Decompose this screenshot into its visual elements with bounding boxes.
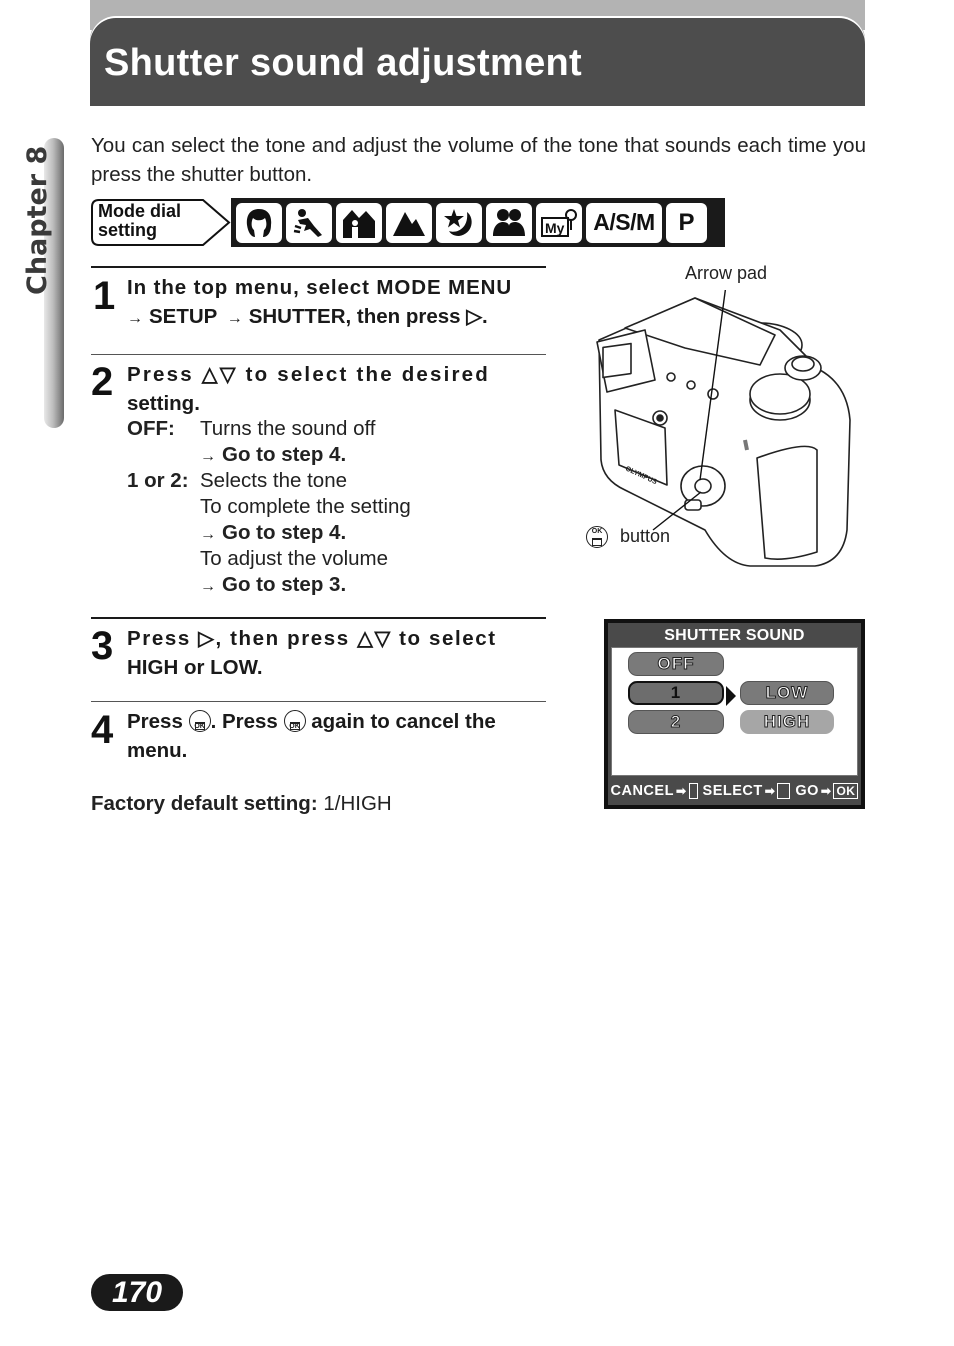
- mode-dial-label: Mode dial setting: [91, 199, 231, 246]
- option-complete-desc: To complete the setting: [200, 495, 411, 518]
- tone-option-1[interactable]: 1: [628, 681, 724, 705]
- option-complete-goto: Go to step 4.: [222, 521, 347, 544]
- option-off-key: OFF:: [127, 417, 175, 440]
- mode-dial-label-line1: Mode dial: [98, 201, 182, 221]
- sports-icon: [286, 202, 332, 243]
- step-number: 4: [91, 708, 114, 752]
- ok-button-icon: [188, 710, 211, 741]
- ok-button-icon: [283, 710, 306, 741]
- selection-caret-icon: [726, 686, 736, 706]
- step-number: 2: [91, 360, 114, 404]
- footer-select: SELECT: [702, 783, 763, 799]
- step-2-text: Press △▽ to select the desired setting.: [127, 360, 546, 418]
- volume-option-high[interactable]: HIGH: [740, 710, 834, 734]
- step-3-line1: Press ▷, then press △▽ to select: [127, 627, 497, 650]
- step-2-line1: Press △▽ to select the desired: [127, 363, 491, 386]
- page-number: 170: [91, 1274, 183, 1311]
- intro-paragraph: You can select the tone and adjust the v…: [91, 134, 866, 186]
- option-tone-desc: Selects the tone: [200, 469, 348, 492]
- ok-key: OK: [833, 783, 859, 799]
- program-mode-icon: P: [666, 202, 707, 243]
- step-divider: [91, 617, 546, 619]
- factory-default-label: Factory default setting:: [91, 792, 318, 815]
- my-mode-icon: My: [536, 202, 582, 243]
- menu-shutter: SHUTTER: [248, 305, 346, 328]
- page-title: Shutter sound adjustment: [104, 42, 582, 84]
- step-4-press: Press: [127, 710, 183, 733]
- step-3-text: Press ▷, then press △▽ to select HIGH or…: [127, 624, 546, 682]
- asm-mode-icon: A/S/M: [586, 202, 662, 243]
- step-1-text: In the top menu, select MODE MENU → SETUP…: [127, 273, 546, 333]
- mode-icons-strip: My A/S/M P: [231, 198, 725, 247]
- step-divider: [91, 354, 546, 355]
- mode-dial-label-line2: setting: [98, 220, 158, 240]
- arrow-right-icon: →: [200, 448, 216, 465]
- up-down-key-icon: [777, 783, 791, 799]
- arrow-right-icon: →: [200, 526, 216, 543]
- arrow-pad-caption: Arrow pad: [685, 263, 768, 283]
- factory-default-value: 1/HIGH: [323, 792, 392, 815]
- lcd-footer: CANCEL ➡ SELECT ➡ GO ➡ OK: [608, 780, 861, 802]
- step-divider: [91, 266, 546, 268]
- footer-go: GO: [795, 783, 819, 799]
- step-4-press-again: . Press: [210, 710, 278, 733]
- option-adjust-goto: Go to step 3.: [222, 573, 347, 596]
- arrow-right-icon: →: [226, 310, 243, 327]
- ok-button-icon: [586, 526, 608, 548]
- option-off-goto: Go to step 4.: [222, 443, 347, 466]
- option-off-desc: Turns the sound off: [200, 417, 376, 440]
- step-4-text: Press . Press again to cancel the menu.: [127, 707, 546, 765]
- self-portrait-icon: [486, 202, 532, 243]
- menu-setup: SETUP: [149, 305, 217, 328]
- step-1-line1: In the top menu, select MODE MENU: [127, 276, 513, 299]
- arrow-right-icon: →: [200, 578, 216, 595]
- arrow-right-icon: ➡: [820, 784, 832, 798]
- arrow-right-icon: →: [127, 310, 143, 327]
- step-2-line2: setting.: [127, 392, 200, 415]
- option-tone-key: 1 or 2:: [127, 469, 189, 492]
- step-number: 1: [93, 274, 116, 318]
- portrait-icon: [236, 202, 282, 243]
- svg-text:My: My: [545, 220, 565, 236]
- lcd-screen: SHUTTER SOUND OFF 1 2 LOW HIGH CANCEL ➡ S…: [604, 619, 865, 809]
- step-2-options: OFF: Turns the sound off → Go to step 4. …: [127, 416, 547, 600]
- landscape-icon: [386, 202, 432, 243]
- step-1-tail: , then press ▷.: [345, 305, 488, 328]
- factory-default: Factory default setting: 1/HIGH: [91, 792, 392, 816]
- option-adjust-desc: To adjust the volume: [200, 547, 389, 570]
- ok-button-caption: button: [620, 526, 671, 546]
- step-number: 3: [91, 624, 114, 668]
- step-divider: [91, 701, 546, 702]
- tone-option-off[interactable]: OFF: [628, 652, 724, 676]
- lcd-title: SHUTTER SOUND: [664, 627, 805, 644]
- step-1-line2: → SETUP → SHUTTER, then press ▷.: [127, 302, 546, 333]
- landscape-portrait-icon: [336, 202, 382, 243]
- volume-option-low[interactable]: LOW: [740, 681, 834, 705]
- arrow-right-icon: ➡: [764, 784, 776, 798]
- lcd-menu-body: OFF 1 2 LOW HIGH: [611, 647, 858, 776]
- arrow-right-icon: ➡: [675, 784, 687, 798]
- night-scene-icon: [436, 202, 482, 243]
- step-4-cancel: again to cancel the: [311, 710, 496, 733]
- footer-cancel: CANCEL: [610, 783, 674, 799]
- step-3-line2: HIGH or LOW.: [127, 656, 263, 679]
- tone-option-2[interactable]: 2: [628, 710, 724, 734]
- left-key-icon: [688, 783, 698, 799]
- step-4-line1: Press . Press again to cancel the: [127, 707, 546, 741]
- chapter-label: Chapter 8: [22, 145, 53, 295]
- title-bar: Shutter sound adjustment: [90, 18, 865, 106]
